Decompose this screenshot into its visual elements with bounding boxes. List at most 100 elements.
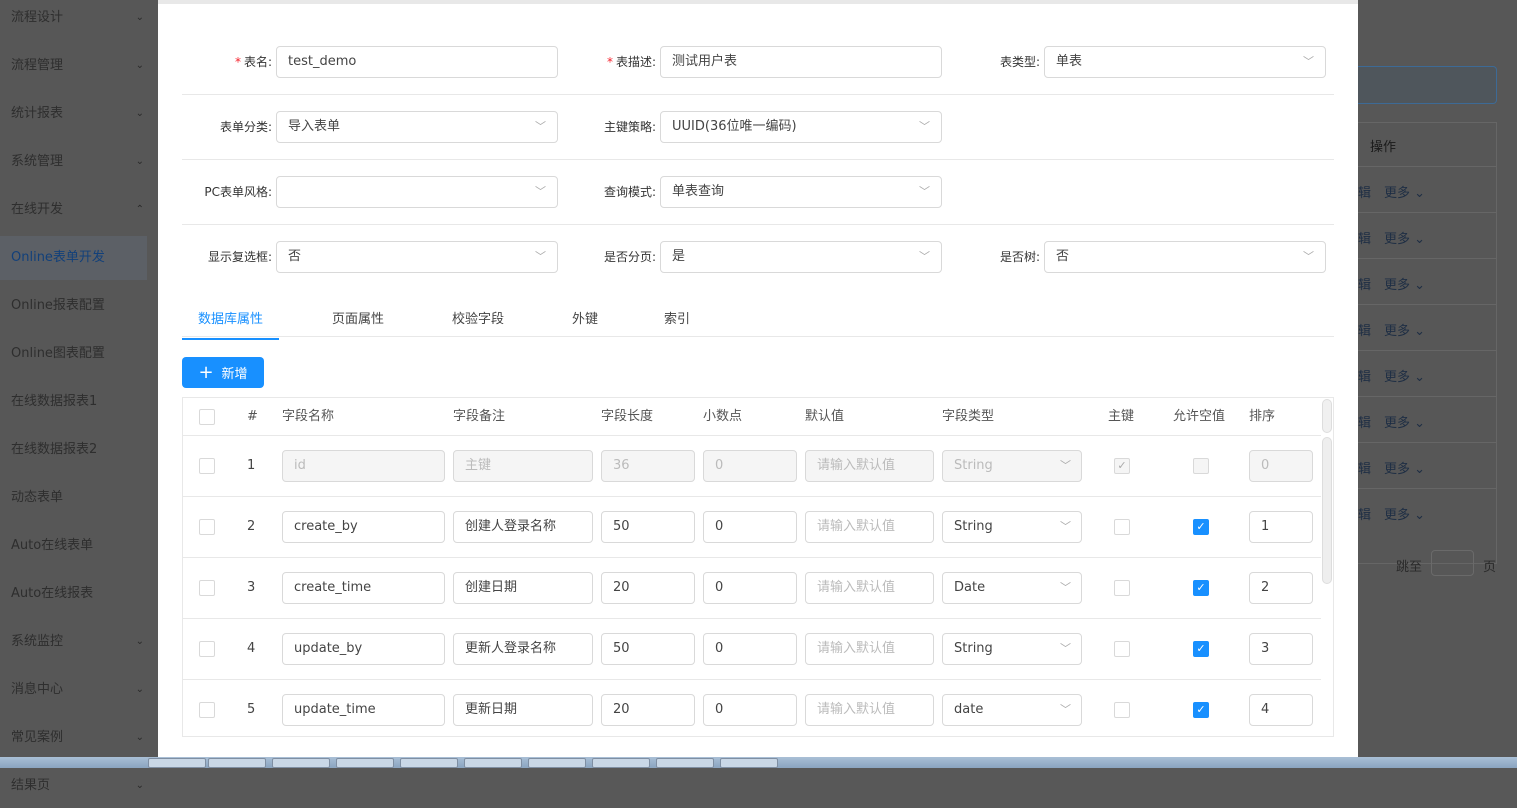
add-button[interactable]: + 新增 [182,357,264,388]
field-remark-input[interactable]: 创建人登录名称 [453,511,593,543]
row-checkbox[interactable] [199,641,215,657]
sidebar-item[interactable]: 系统管理 ⌄ [11,140,158,184]
pc-style-select[interactable]: ﹀ [276,176,558,208]
field-type-select[interactable]: String ﹀ [942,450,1082,482]
field-name-input[interactable]: create_by [282,511,445,543]
table-name-input[interactable]: test_demo [276,46,558,78]
field-remark-input[interactable]: 更新人登录名称 [453,633,593,665]
edit-link[interactable]: 辑 [1358,458,1371,477]
field-length-input[interactable]: 20 [601,694,695,726]
more-link[interactable]: 更多 ⌄ [1384,274,1425,293]
edit-link[interactable]: 辑 [1358,228,1371,247]
more-link[interactable]: 更多 ⌄ [1384,366,1425,385]
is-tree-select[interactable]: 否 ﹀ [1044,241,1326,273]
primary-key-checkbox[interactable] [1114,702,1130,718]
field-remark-input[interactable]: 创建日期 [453,572,593,604]
taskbar-button[interactable] [400,758,458,768]
more-link[interactable]: 更多 ⌄ [1384,182,1425,201]
taskbar-button[interactable] [720,758,778,768]
row-checkbox[interactable] [199,458,215,474]
primary-key-checkbox[interactable]: ✓ [1114,458,1130,474]
taskbar-button[interactable] [336,758,394,768]
row-checkbox[interactable] [199,702,215,718]
decimal-input[interactable]: 0 [703,511,797,543]
sidebar-item[interactable]: 在线数据报表2 [11,428,158,472]
more-link[interactable]: 更多 ⌄ [1384,458,1425,477]
sidebar-item[interactable]: 在线开发 ⌃ [11,188,158,232]
sidebar-item[interactable]: 在线数据报表1 [11,380,158,424]
allow-null-checkbox[interactable]: ✓ [1193,519,1209,535]
field-length-input[interactable]: 36 [601,450,695,482]
field-remark-input[interactable]: 更新日期 [453,694,593,726]
more-link[interactable]: 更多 ⌄ [1384,504,1425,523]
edit-link[interactable]: 辑 [1358,274,1371,293]
default-value-input[interactable]: 请输入默认值 [805,694,934,726]
tab-database-properties[interactable]: 数据库属性 [182,304,280,340]
more-link[interactable]: 更多 ⌄ [1384,412,1425,431]
edit-link[interactable]: 辑 [1358,412,1371,431]
decimal-input[interactable]: 0 [703,572,797,604]
sidebar-item[interactable]: 常见案例 ⌄ [11,716,158,760]
taskbar-button[interactable] [208,758,266,768]
table-desc-input[interactable]: 测试用户表 [660,46,942,78]
more-link[interactable]: 更多 ⌄ [1384,320,1425,339]
primary-key-checkbox[interactable] [1114,580,1130,596]
taskbar-button[interactable] [528,758,586,768]
allow-null-checkbox[interactable]: ✓ [1193,580,1209,596]
field-name-input[interactable]: id [282,450,445,482]
decimal-input[interactable]: 0 [703,450,797,482]
row-checkbox[interactable] [199,580,215,596]
default-value-input[interactable]: 请输入默认值 [805,450,934,482]
allow-null-checkbox[interactable]: ✓ [1193,702,1209,718]
sidebar-item[interactable]: 结果页 ⌄ [11,764,158,808]
taskbar-button[interactable] [148,758,206,768]
header-scrollbar[interactable] [1322,399,1332,433]
primary-key-checkbox[interactable] [1114,519,1130,535]
jump-input[interactable] [1431,550,1474,576]
sidebar-item[interactable]: Auto在线表单 [11,524,158,568]
order-input[interactable]: 1 [1249,511,1313,543]
field-name-input[interactable]: create_time [282,572,445,604]
pk-strategy-select[interactable]: UUID(36位唯一编码) ﹀ [660,111,942,143]
decimal-input[interactable]: 0 [703,694,797,726]
edit-link[interactable]: 辑 [1358,504,1371,523]
allow-null-checkbox[interactable] [1193,458,1209,474]
default-value-input[interactable]: 请输入默认值 [805,633,934,665]
sidebar-item[interactable]: 消息中心 ⌄ [11,668,158,712]
vertical-scrollbar-thumb[interactable] [1322,437,1332,584]
taskbar-button[interactable] [464,758,522,768]
default-value-input[interactable]: 请输入默认值 [805,572,934,604]
order-input[interactable]: 2 [1249,572,1313,604]
more-link[interactable]: 更多 ⌄ [1384,228,1425,247]
primary-key-checkbox[interactable] [1114,641,1130,657]
field-type-select[interactable]: Date ﹀ [942,572,1082,604]
sidebar-item[interactable]: 系统监控 ⌄ [11,620,158,664]
select-all-checkbox[interactable] [199,409,215,425]
show-checkbox-select[interactable]: 否 ﹀ [276,241,558,273]
field-length-input[interactable]: 50 [601,633,695,665]
field-remark-input[interactable]: 主键 [453,450,593,482]
field-type-select[interactable]: String ﹀ [942,633,1082,665]
taskbar-button[interactable] [656,758,714,768]
edit-link[interactable]: 辑 [1358,182,1371,201]
sidebar-item[interactable]: 统计报表 ⌄ [11,92,158,136]
tab-foreign-keys[interactable]: 外键 [572,304,598,340]
order-input[interactable]: 4 [1249,694,1313,726]
taskbar-button[interactable] [272,758,330,768]
sidebar-item[interactable]: Online报表配置 [11,284,158,328]
field-type-select[interactable]: date ﹀ [942,694,1082,726]
field-name-input[interactable]: update_time [282,694,445,726]
field-name-input[interactable]: update_by [282,633,445,665]
default-value-input[interactable]: 请输入默认值 [805,511,934,543]
tab-validation-fields[interactable]: 校验字段 [452,304,504,340]
decimal-input[interactable]: 0 [703,633,797,665]
order-input[interactable]: 0 [1249,450,1313,482]
field-length-input[interactable]: 20 [601,572,695,604]
tab-indexes[interactable]: 索引 [664,304,690,340]
order-input[interactable]: 3 [1249,633,1313,665]
row-checkbox[interactable] [199,519,215,535]
sidebar-item[interactable]: 动态表单 [11,476,158,520]
table-type-select[interactable]: 单表 ﹀ [1044,46,1326,78]
taskbar-button[interactable] [592,758,650,768]
sidebar-item[interactable]: Auto在线报表 [11,572,158,616]
